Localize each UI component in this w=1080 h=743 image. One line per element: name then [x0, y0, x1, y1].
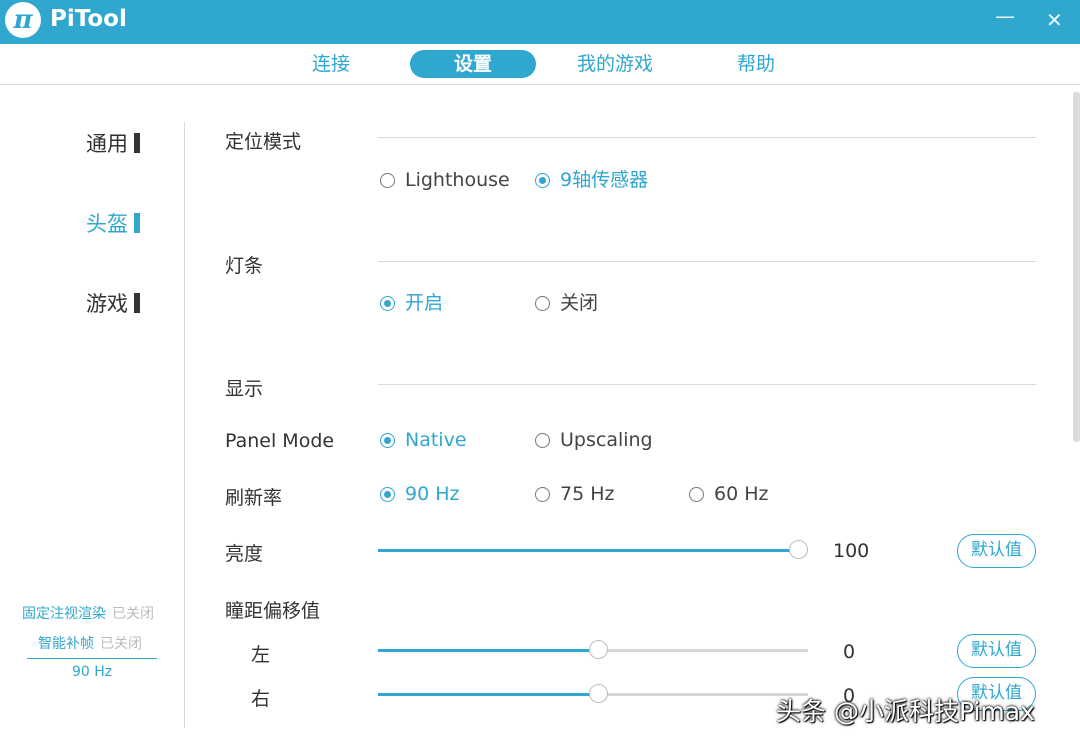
tab-my-games[interactable]: 我的游戏 — [566, 50, 664, 78]
lightbar-label: 灯条 — [225, 255, 264, 277]
status-label: 智能补帧 — [38, 636, 94, 652]
brightness-label: 亮度 — [225, 543, 264, 565]
foveated-rendering-status: 固定注视渲染 已关闭 — [22, 603, 154, 623]
sidebar-item-headset[interactable]: 头盔 — [86, 208, 140, 238]
refresh-rate-label: 刷新率 — [225, 487, 283, 509]
scrollbar[interactable] — [1073, 92, 1080, 442]
sidebar-divider — [184, 122, 185, 728]
sidebar-marker — [134, 133, 140, 153]
slider-thumb[interactable] — [589, 640, 608, 659]
section-divider — [378, 137, 1036, 138]
app-title: PiTool — [50, 6, 127, 32]
sidebar-marker — [134, 293, 140, 313]
ipd-left-slider[interactable] — [378, 640, 808, 659]
tab-connect[interactable]: 连接 — [291, 50, 371, 78]
sidebar-marker — [134, 213, 140, 233]
ipd-right-label: 右 — [251, 688, 271, 710]
section-divider — [378, 261, 1036, 262]
ipd-right-slider[interactable] — [378, 684, 808, 703]
tracking-mode-label: 定位模式 — [225, 131, 302, 153]
status-value: 已关闭 — [100, 636, 142, 652]
brightness-slider[interactable] — [378, 540, 808, 559]
radio-circle-icon — [380, 433, 395, 448]
radio-circle-icon — [535, 296, 550, 311]
radio-refresh-75hz[interactable]: 75 Hz — [535, 482, 614, 506]
sidebar-item-label: 通用 — [86, 132, 128, 156]
radio-panel-upscaling[interactable]: Upscaling — [535, 428, 653, 452]
minimize-icon[interactable]: — — [995, 4, 1015, 28]
slider-fill — [378, 649, 593, 652]
radio-circle-icon — [380, 487, 395, 502]
radio-panel-native[interactable]: Native — [380, 428, 467, 452]
brightness-reset-button[interactable]: 默认值 — [957, 534, 1036, 568]
radio-circle-icon — [535, 173, 550, 188]
radio-circle-icon — [380, 173, 395, 188]
pitool-logo-icon: π — [5, 2, 41, 38]
radio-refresh-90hz[interactable]: 90 Hz — [380, 482, 459, 506]
slider-fill — [378, 693, 593, 696]
slider-thumb[interactable] — [589, 684, 608, 703]
sidebar-item-label: 头盔 — [86, 212, 128, 236]
current-refresh-rate: 90 Hz — [72, 664, 113, 680]
radio-circle-icon — [380, 296, 395, 311]
close-icon[interactable]: ✕ — [1046, 8, 1063, 32]
title-bar: π PiTool — ✕ — [0, 0, 1080, 44]
tab-bar: 连接 设置 我的游戏 帮助 — [0, 44, 1080, 85]
radio-lightbar-on[interactable]: 开启 — [380, 291, 443, 315]
radio-lightbar-off[interactable]: 关闭 — [535, 291, 598, 315]
slider-thumb[interactable] — [789, 540, 808, 559]
status-divider — [27, 658, 157, 659]
radio-circle-icon — [689, 487, 704, 502]
smart-smoothing-status: 智能补帧 已关闭 — [38, 633, 142, 653]
status-label: 固定注视渲染 — [22, 606, 106, 622]
radio-circle-icon — [535, 487, 550, 502]
radio-circle-icon — [535, 433, 550, 448]
ipd-left-value: 0 — [843, 641, 856, 663]
sidebar-item-label: 游戏 — [86, 292, 128, 316]
radio-lighthouse[interactable]: Lighthouse — [380, 168, 510, 192]
tab-settings[interactable]: 设置 — [410, 50, 536, 78]
section-divider — [378, 384, 1036, 385]
sidebar-item-games[interactable]: 游戏 — [86, 288, 140, 318]
panel-mode-label: Panel Mode — [225, 430, 335, 452]
display-label: 显示 — [225, 378, 264, 400]
status-value: 已关闭 — [112, 606, 154, 622]
ipd-offset-label: 瞳距偏移值 — [225, 600, 321, 622]
ipd-left-reset-button[interactable]: 默认值 — [957, 634, 1036, 668]
tab-help[interactable]: 帮助 — [726, 50, 786, 78]
ipd-left-label: 左 — [251, 644, 271, 666]
brightness-value: 100 — [833, 540, 870, 562]
sidebar-item-general[interactable]: 通用 — [86, 128, 140, 158]
radio-refresh-60hz[interactable]: 60 Hz — [689, 482, 768, 506]
slider-fill — [378, 549, 800, 552]
watermark: 头条 @小派科技Pimax — [776, 697, 1035, 726]
radio-9-axis-sensor[interactable]: 9轴传感器 — [535, 168, 648, 192]
